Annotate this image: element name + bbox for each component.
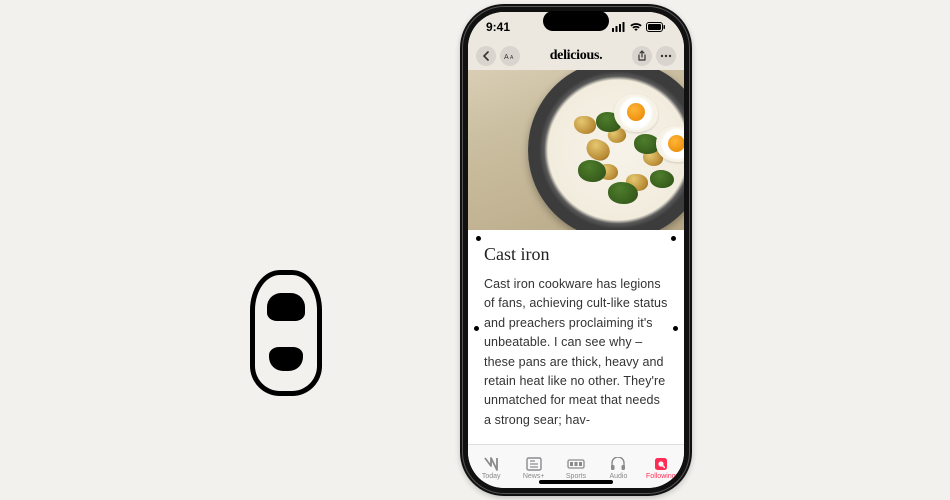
wifi-icon (629, 22, 643, 32)
sports-icon (567, 456, 585, 472)
cellular-icon (612, 22, 626, 32)
car-top-view-icon (250, 270, 330, 400)
home-indicator[interactable] (539, 480, 613, 484)
publication-title: delicious. (550, 48, 603, 64)
tab-label: Following (646, 473, 676, 480)
following-icon (652, 456, 670, 472)
article-hero-image (468, 70, 684, 230)
back-button[interactable] (476, 46, 496, 66)
more-button[interactable] (656, 46, 676, 66)
tab-newsplus[interactable]: News+ (512, 456, 554, 480)
newsplus-icon (525, 456, 543, 472)
article-content[interactable]: Cast iron Cast iron cookware has legions… (468, 230, 684, 444)
svg-text:A: A (510, 55, 514, 61)
article-title: Cast iron (484, 244, 668, 265)
tab-label: News+ (523, 473, 545, 480)
tab-label: Sports (566, 473, 586, 480)
tab-following[interactable]: Following (640, 456, 682, 480)
share-button[interactable] (632, 46, 652, 66)
tab-today[interactable]: Today (470, 456, 512, 480)
audio-icon (609, 456, 627, 472)
svg-text:A: A (504, 54, 509, 61)
status-time: 9:41 (486, 20, 510, 34)
article-nav-bar: AA delicious. (468, 42, 684, 70)
iphone-device-frame: 9:41 AA del (460, 4, 692, 496)
battery-icon (646, 22, 666, 32)
tab-audio[interactable]: Audio (597, 456, 639, 480)
dynamic-island (543, 11, 609, 31)
tab-label: Today (482, 473, 501, 480)
tab-sports[interactable]: Sports (555, 456, 597, 480)
news-icon (482, 456, 500, 472)
article-body: Cast iron cookware has legions of fans, … (484, 275, 668, 430)
tab-label: Audio (609, 473, 627, 480)
text-size-button[interactable]: AA (500, 46, 520, 66)
